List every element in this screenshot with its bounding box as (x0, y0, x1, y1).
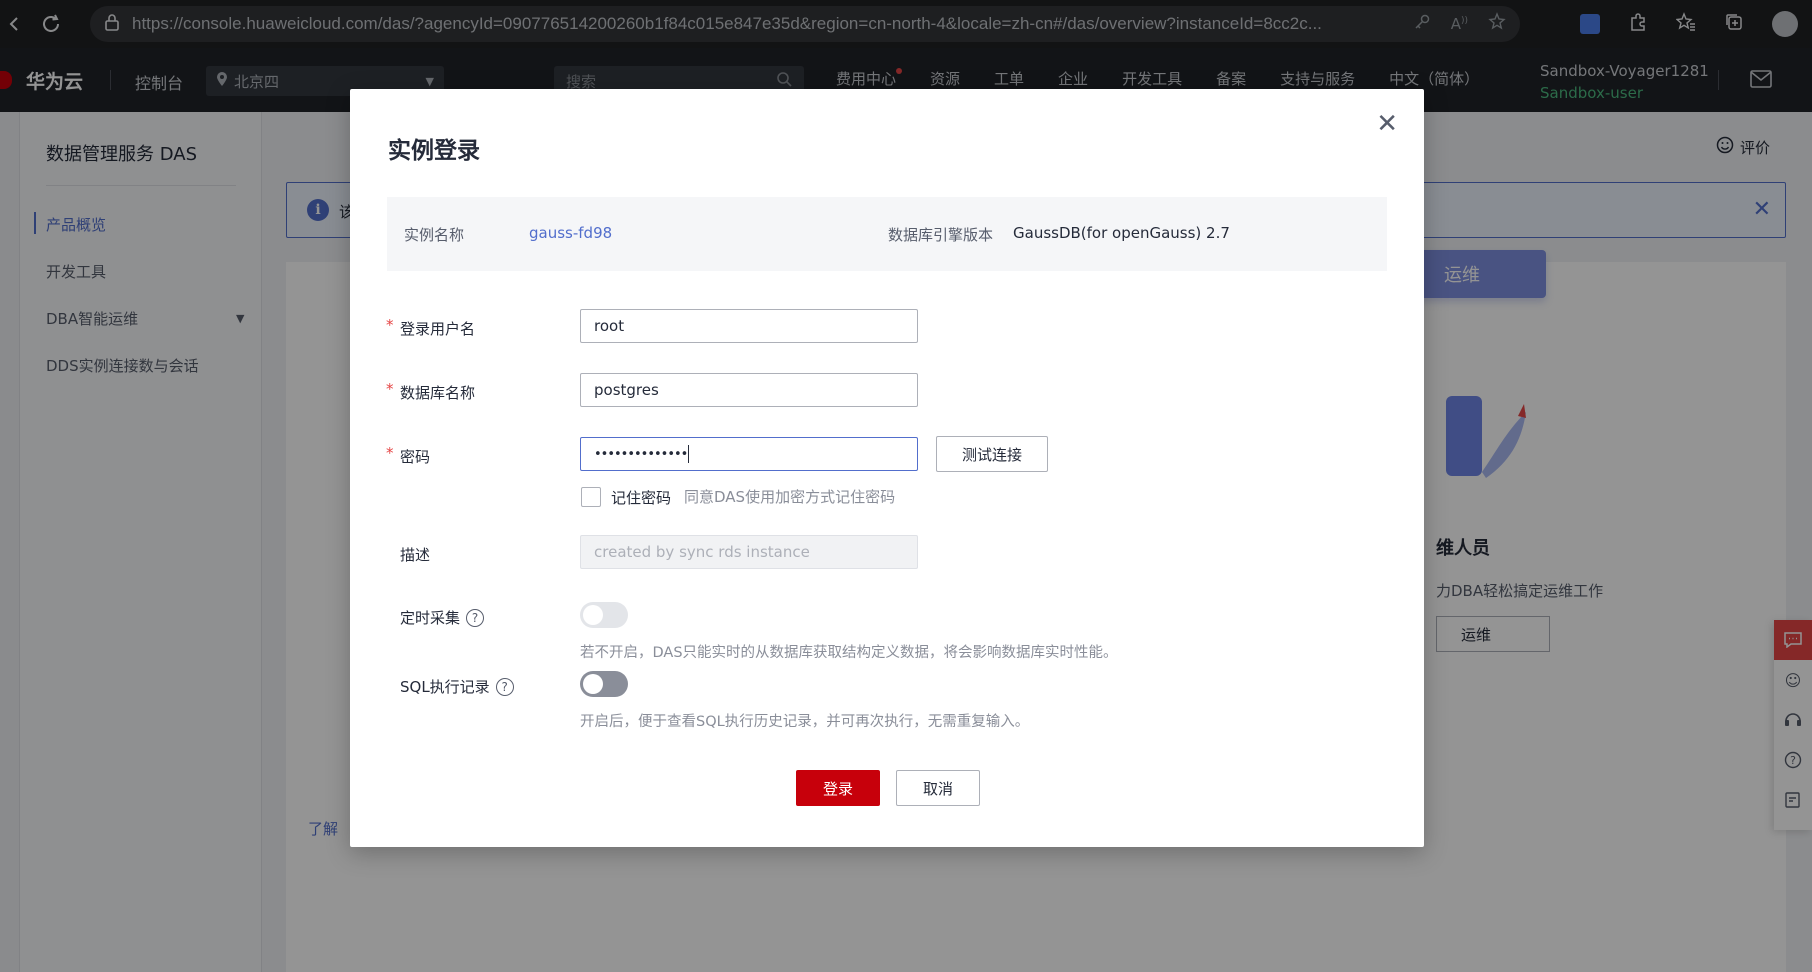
description-placeholder: created by sync rds instance (594, 543, 810, 561)
dbname-field[interactable]: postgres (580, 373, 918, 407)
description-field: created by sync rds instance (580, 535, 918, 569)
sql-history-toggle[interactable] (580, 671, 628, 697)
close-icon[interactable]: ✕ (1376, 109, 1398, 139)
text-cursor (688, 445, 690, 463)
timed-collection-hint: 若不开启，DAS只能实时的从数据库获取结构定义数据，将会影响数据库实时性能。 (580, 645, 1118, 661)
toggle-knob (583, 674, 603, 694)
login-button[interactable]: 登录 (796, 770, 880, 806)
required-mark: * (386, 380, 394, 398)
password-label: 密码 (400, 448, 431, 466)
password-value: •••••••••••••• (594, 446, 688, 462)
username-field[interactable]: root (580, 309, 918, 343)
remember-password-checkbox[interactable] (581, 487, 601, 507)
dbname-value: postgres (594, 381, 659, 399)
username-label: 登录用户名 (400, 320, 476, 338)
instance-name-link[interactable]: gauss-fd98 (529, 224, 612, 242)
remember-password-label[interactable]: 记住密码 (611, 487, 671, 508)
toggle-knob (583, 605, 603, 625)
dialog-title: 实例登录 (388, 138, 480, 164)
dbname-label: 数据库名称 (400, 384, 476, 402)
required-mark: * (386, 444, 394, 462)
test-connection-button[interactable]: 测试连接 (936, 436, 1048, 472)
timed-collection-text: 定时采集 (400, 609, 461, 627)
instance-name-label: 实例名称 (404, 226, 465, 244)
sql-history-text: SQL执行记录 (400, 678, 490, 696)
timed-collection-toggle (580, 602, 628, 628)
sql-history-label: SQL执行记录 ? (400, 676, 514, 697)
help-icon[interactable]: ? (495, 677, 514, 696)
password-field[interactable]: •••••••••••••• (580, 437, 918, 471)
description-label: 描述 (400, 546, 431, 564)
username-value: root (594, 317, 625, 335)
instance-login-dialog: 实例登录 ✕ 实例名称 gauss-fd98 数据库引擎版本 GaussDB(f… (350, 89, 1424, 847)
remember-password-hint: 同意DAS使用加密方式记住密码 (684, 488, 896, 506)
sql-history-hint: 开启后，便于查看SQL执行历史记录，并可再次执行，无需重复输入。 (580, 714, 1030, 730)
required-mark: * (386, 316, 394, 334)
cancel-button[interactable]: 取消 (896, 770, 980, 806)
timed-collection-label: 定时采集 ? (400, 607, 485, 628)
help-icon[interactable]: ? (466, 608, 485, 627)
instance-info-panel: 实例名称 gauss-fd98 数据库引擎版本 GaussDB(for open… (387, 197, 1387, 271)
engine-version-label: 数据库引擎版本 (888, 226, 994, 244)
engine-version-value: GaussDB(for openGauss) 2.7 (1013, 224, 1230, 242)
